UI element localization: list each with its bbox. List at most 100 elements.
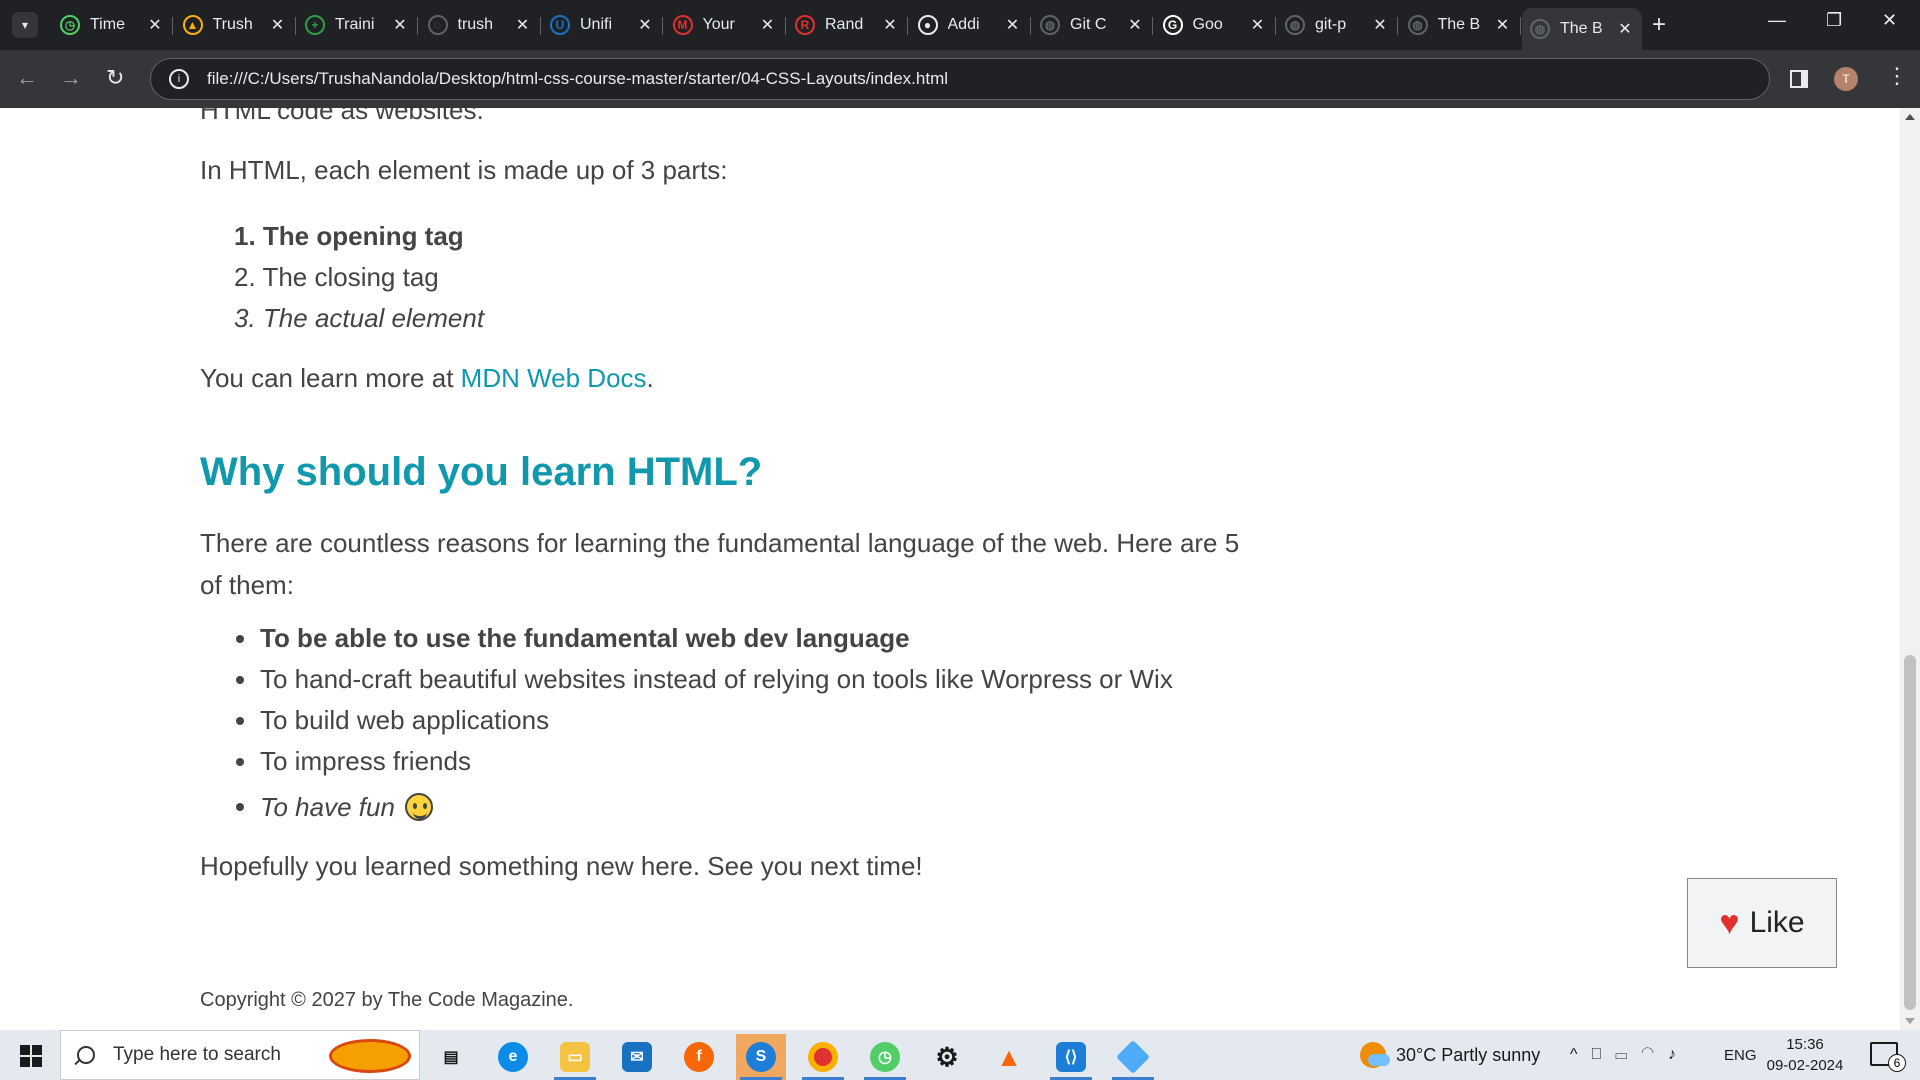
list-item: 1. The opening tag	[234, 221, 464, 251]
task-view-icon[interactable]: ▤	[426, 1034, 476, 1080]
tab-title: The B	[1560, 20, 1603, 37]
paragraph-top: HTML code as websites.	[200, 108, 484, 125]
profile-avatar[interactable]: T	[1834, 67, 1858, 91]
like-button[interactable]: ♥ Like	[1687, 878, 1837, 968]
browser-tab[interactable]: + Traini ✕	[297, 8, 418, 42]
clock-time: 15:36	[1786, 1036, 1824, 1053]
browser-tab[interactable]: ◍ Git C ✕	[1032, 8, 1153, 42]
browser-tab[interactable]: G Goo ✕	[1155, 8, 1276, 42]
browser-tab[interactable]: ◷ Time ✕	[52, 8, 173, 42]
taskbar-search-input[interactable]: Type here to search	[60, 1030, 420, 1080]
scroll-down-icon[interactable]	[1905, 1018, 1915, 1024]
new-tab-button[interactable]: +	[1652, 12, 1666, 38]
grinning-emoji-icon	[404, 793, 433, 821]
close-tab-icon[interactable]: ✕	[1126, 15, 1144, 35]
browser-tab[interactable]: ● Addi ✕	[910, 8, 1031, 42]
taskbar: Type here to search ▤ e ▭ ✉ f S ◷ ⚙ ▲ ⟨⟩…	[0, 1030, 1920, 1080]
section-heading: Why should you learn HTML?	[200, 450, 763, 494]
tab-title: Your	[702, 16, 735, 33]
forward-icon[interactable]: →	[60, 66, 82, 90]
list-item: To have fun	[236, 782, 1173, 832]
minimize-button[interactable]: —	[1768, 10, 1786, 31]
globe-icon: ◍	[1040, 15, 1060, 35]
skype-icon[interactable]: S	[736, 1034, 786, 1080]
mail-icon[interactable]: ✉	[612, 1034, 662, 1080]
reasons-list: To be able to use the fundamental web de…	[236, 618, 1173, 832]
file-explorer-icon[interactable]: ▭	[550, 1034, 600, 1080]
tab-title: git-p	[1315, 16, 1347, 33]
weather-widget[interactable]: 30°C Partly sunny	[1360, 1030, 1540, 1080]
language-indicator[interactable]: ENG	[1724, 1030, 1757, 1080]
globe-icon: ◍	[1407, 15, 1428, 35]
taskbar-clock[interactable]: 15:36 09-02-2024	[1760, 1034, 1850, 1076]
close-tab-icon[interactable]: ✕	[514, 15, 532, 35]
footer-copyright: Copyright © 2027 by The Code Magazine.	[200, 989, 574, 1011]
tab-search-button[interactable]: ▾	[12, 12, 38, 38]
search-icon	[77, 1046, 95, 1064]
bullet-icon	[236, 717, 244, 725]
close-tab-icon[interactable]: ✕	[1249, 15, 1267, 35]
scroll-up-icon[interactable]	[1905, 114, 1915, 120]
timer-app-icon[interactable]: ◷	[860, 1034, 910, 1080]
reload-icon[interactable]: ↻	[106, 66, 124, 90]
tab-separator	[784, 17, 786, 35]
browser-tab[interactable]: M Your ✕	[665, 8, 786, 42]
vscode-icon[interactable]: ⟨⟩	[1046, 1034, 1096, 1080]
vlc-icon[interactable]: ▲	[984, 1034, 1034, 1080]
address-bar[interactable]: i file:///C:/Users/TrushaNandola/Desktop…	[150, 58, 1770, 100]
close-tab-icon[interactable]: ✕	[1371, 15, 1389, 35]
browser-tab[interactable]: ◌ trush ✕	[420, 8, 541, 42]
side-panel-icon[interactable]	[1790, 70, 1808, 88]
close-window-button[interactable]: ✕	[1882, 10, 1897, 31]
address-url[interactable]: file:///C:/Users/TrushaNandola/Desktop/h…	[207, 69, 948, 89]
paragraph-learn-more: You can learn more at MDN Web Docs.	[200, 363, 654, 393]
like-label: Like	[1749, 906, 1805, 939]
close-tab-icon[interactable]: ✕	[146, 15, 164, 35]
partly-sunny-icon	[1360, 1042, 1390, 1068]
tab-title: Rand	[825, 16, 864, 33]
tab-title: Addi	[947, 16, 980, 33]
scrollbar-thumb[interactable]	[1904, 655, 1916, 1010]
edge-icon[interactable]: e	[488, 1034, 538, 1080]
list-item: 3. The actual element	[234, 303, 485, 333]
browser-tab[interactable]: ◍ git-p ✕	[1277, 8, 1398, 42]
close-tab-icon[interactable]: ✕	[759, 15, 777, 35]
close-tab-icon[interactable]: ✕	[1494, 15, 1512, 35]
search-placeholder: Type here to search	[113, 1044, 281, 1065]
close-tab-icon[interactable]: ✕	[881, 15, 899, 35]
mdn-link[interactable]: MDN Web Docs	[461, 363, 647, 393]
bullet-icon	[236, 758, 244, 766]
tab-title: trush	[457, 16, 494, 33]
more-menu-icon[interactable]: ⋮	[1886, 64, 1908, 88]
tab-title: Traini	[335, 16, 375, 33]
browser-tab[interactable]: R Rand ✕	[787, 8, 908, 42]
close-tab-icon[interactable]: ✕	[1004, 15, 1022, 35]
close-tab-icon[interactable]: ✕	[269, 15, 287, 35]
system-tray-icons[interactable]: ^⎕▭◠♪	[1570, 1030, 1690, 1080]
dev-tool-icon[interactable]	[1108, 1034, 1158, 1080]
firefox-icon[interactable]: f	[674, 1034, 724, 1080]
tab-separator	[1029, 17, 1031, 35]
globe-icon: ◍	[1285, 15, 1305, 35]
tab-separator	[1152, 17, 1153, 35]
close-tab-icon[interactable]: ✕	[636, 15, 654, 35]
back-icon[interactable]: ←	[16, 66, 38, 90]
browser-tab[interactable]: ▲ Trush ✕	[175, 8, 296, 42]
windows-start-icon[interactable]	[20, 1045, 42, 1067]
restore-button[interactable]: ❐	[1826, 10, 1842, 31]
page-scrollbar[interactable]	[1900, 108, 1920, 1030]
browser-tab[interactable]: ◍ The B ✕	[1522, 8, 1642, 50]
browser-tab[interactable]: ◍ The B ✕	[1400, 8, 1521, 42]
site-info-icon[interactable]: i	[169, 69, 189, 89]
notification-center-icon[interactable]: 6	[1870, 1042, 1906, 1072]
tab-title: Time	[90, 16, 125, 33]
loading-icon: ◌	[427, 15, 448, 35]
close-tab-icon[interactable]: ✕	[391, 15, 409, 35]
settings-gear-icon[interactable]: ⚙	[922, 1034, 972, 1080]
bullet-icon	[236, 635, 244, 643]
browser-tab[interactable]: U Unifi ✕	[542, 8, 663, 42]
close-tab-icon[interactable]: ✕	[1616, 19, 1634, 39]
tab-separator	[907, 17, 908, 35]
github-icon: ●	[917, 15, 938, 35]
chrome-icon[interactable]	[798, 1034, 848, 1080]
